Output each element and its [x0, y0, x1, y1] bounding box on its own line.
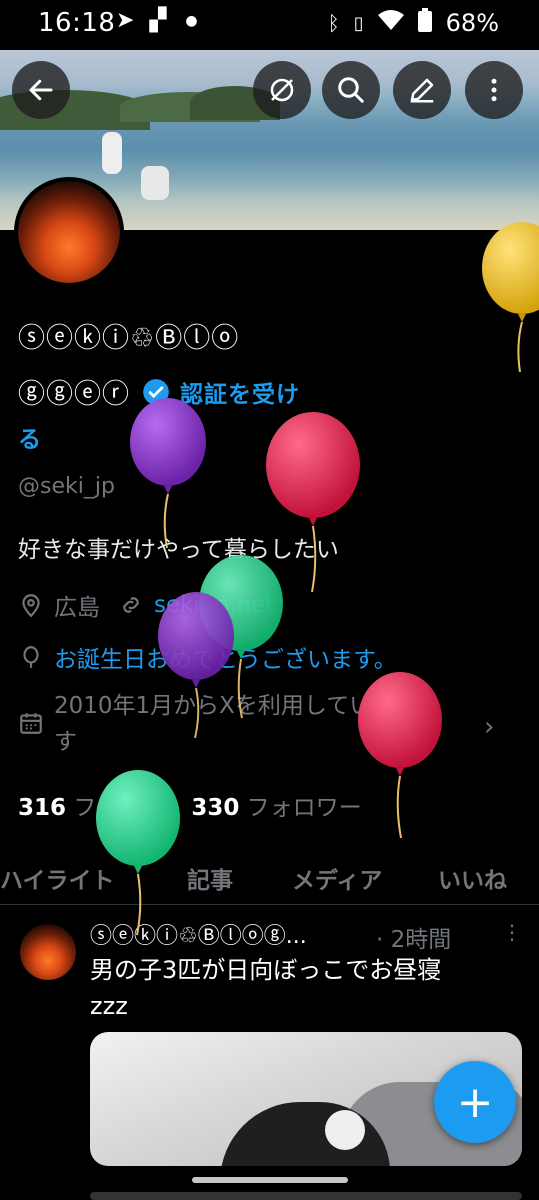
post-author[interactable]: ⓢⓔⓚⓘ♲Ⓑⓛⓞⓖ...: [90, 918, 307, 950]
joined-text: 2010年1月からXを利用していま す: [54, 688, 395, 760]
balloon-purple-1: [130, 398, 206, 549]
edit-button[interactable]: [393, 61, 451, 119]
follow-counts: 316 フォロー 330 フォロワー: [18, 788, 362, 822]
telegram-icon: ➤: [116, 8, 135, 33]
location-text: 広島: [54, 595, 100, 621]
status-time: 16:18: [38, 8, 116, 38]
profile-tabs: ハイライト 記事 メディア いいね: [0, 855, 539, 905]
website-link[interactable]: seki-jp.net: [154, 592, 274, 618]
verified-badge-icon[interactable]: [142, 378, 170, 406]
location-row: 広島 seki-jp.net: [18, 588, 274, 622]
home-indicator[interactable]: [192, 1177, 348, 1183]
post-timestamp: · 2時間: [376, 927, 452, 953]
location-pin-icon: [22, 594, 40, 618]
bluetooth-icon: ᛒ: [327, 11, 340, 35]
joined-text-line2: す: [54, 729, 77, 755]
birthday-text: お誕生日おめでとうございます。: [54, 647, 397, 673]
post-more-icon[interactable]: ⋮: [502, 920, 522, 944]
tab-highlights[interactable]: ハイライト: [0, 861, 115, 895]
wifi-icon: [377, 9, 404, 37]
battery-percent: 68%: [445, 9, 499, 37]
display-name-line-2: ⓖⓖⓔⓡ 認証を受け: [18, 372, 300, 411]
get-verified-link-cont[interactable]: る: [18, 420, 41, 454]
status-bar: 16:18 ➤ ▞ ● ᛒ ▯ 68%: [0, 0, 539, 50]
balloon-yellow: [482, 222, 539, 373]
next-post-image: [90, 1192, 522, 1200]
post-text-line2: zzz: [90, 992, 128, 1020]
followers-link[interactable]: 330 フォロワー: [191, 788, 361, 822]
signal-icon: ▞: [149, 8, 167, 33]
get-verified-link[interactable]: 認証を受け: [180, 375, 300, 409]
post-text-line1: 男の子3匹が日向ぼっこでお昼寝: [90, 956, 442, 984]
arrow-left-icon: [29, 79, 53, 101]
joined-text-line1: 2010年1月からXを利用していま: [54, 693, 396, 719]
display-name-part: ⓖⓖⓔⓡ: [18, 379, 130, 410]
edit-icon: [410, 78, 434, 103]
notification-icons: ➤ ▞ ●: [116, 8, 198, 33]
image-cat-face: [325, 1110, 365, 1150]
compose-button[interactable]: +: [434, 1061, 516, 1143]
balloon-icon: [23, 646, 39, 668]
tab-likes[interactable]: いいね: [438, 861, 507, 895]
no-translate-icon: [270, 78, 294, 102]
back-button[interactable]: [12, 61, 70, 119]
followers-count: 330: [191, 795, 240, 821]
display-name-line-1: ⓢⓔⓚⓘ♲Ⓑⓛⓞ: [18, 323, 240, 354]
birthday-row: お誕生日おめでとうございます。: [18, 640, 397, 674]
following-label: フォロー: [73, 795, 166, 821]
avatar-image: [18, 181, 120, 283]
following-count: 316: [18, 795, 67, 821]
vibrate-icon: ▯: [353, 12, 364, 34]
battery-icon: [417, 8, 432, 38]
profile-bio: 好きな事だけやって暮らしたい: [18, 537, 339, 563]
following-link[interactable]: 316 フォロー: [18, 788, 165, 822]
more-vertical-icon: [491, 78, 497, 102]
followers-label: フォロワー: [246, 795, 362, 821]
banner-child-2: [141, 166, 169, 200]
joined-row[interactable]: 2010年1月からXを利用していま す: [18, 688, 518, 760]
post-text: 男の子3匹が日向ぼっこでお昼寝 zzz: [90, 952, 441, 1024]
calendar-icon: [20, 713, 42, 734]
search-button[interactable]: [322, 61, 380, 119]
tab-media[interactable]: メディア: [292, 861, 382, 895]
translate-button[interactable]: [253, 61, 311, 119]
dot-icon: ●: [185, 13, 198, 29]
status-right: ᛒ ▯ 68%: [328, 8, 499, 38]
chevron-right-icon[interactable]: ›: [484, 712, 494, 742]
tab-articles[interactable]: 記事: [187, 861, 233, 895]
search-icon: [338, 77, 364, 103]
profile-avatar[interactable]: [14, 177, 124, 287]
banner-child: [102, 132, 122, 174]
more-button[interactable]: [465, 61, 523, 119]
link-icon: [123, 597, 139, 613]
post-avatar[interactable]: [20, 924, 76, 980]
balloon-red-1: [266, 412, 360, 593]
profile-handle: @seki_jp: [18, 474, 115, 499]
